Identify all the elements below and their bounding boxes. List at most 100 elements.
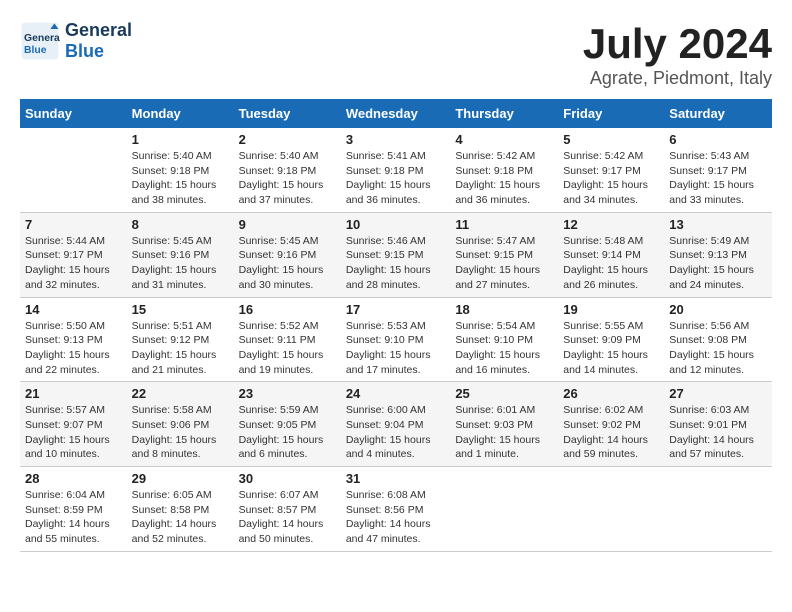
day-number: 1 [132, 132, 229, 147]
header-cell-monday: Monday [127, 99, 234, 128]
day-number: 21 [25, 386, 122, 401]
calendar-cell: 16Sunrise: 5:52 AMSunset: 9:11 PMDayligh… [234, 297, 341, 382]
calendar-cell: 20 Sunrise: 5:56 AMSunset: 9:08 PMDayligh… [664, 297, 772, 382]
calendar-table: SundayMondayTuesdayWednesdayThursdayFrid… [20, 99, 772, 552]
day-info: Sunrise: 5:51 AMSunset: 9:12 PMDaylight:… [132, 319, 229, 378]
day-number: 3 [346, 132, 446, 147]
logo: General Blue General Blue [20, 20, 132, 62]
calendar-cell: 29Sunrise: 6:05 AMSunset: 8:58 PMDayligh… [127, 467, 234, 552]
day-info: Sunrise: 6:02 AMSunset: 9:02 PMDaylight:… [563, 403, 659, 462]
header: General Blue General Blue July 2024 Agra… [20, 20, 772, 89]
day-info: Sunrise: 5:40 AMSunset: 9:18 PMDaylight:… [132, 149, 229, 208]
day-info: Sunrise: 5:56 AMSunset: 9:08 PMDaylight:… [669, 319, 767, 378]
calendar-cell: 1 Sunrise: 5:40 AMSunset: 9:18 PMDaylight… [127, 128, 234, 212]
day-info: Sunrise: 5:58 AMSunset: 9:06 PMDaylight:… [132, 403, 229, 462]
day-number: 16 [239, 302, 336, 317]
header-cell-friday: Friday [558, 99, 664, 128]
week-row-4: 28 Sunrise: 6:04 AMSunset: 8:59 PMDayligh… [20, 467, 772, 552]
day-number: 7 [25, 217, 122, 232]
calendar-cell: 3 Sunrise: 5:41 AMSunset: 9:18 PMDaylight… [341, 128, 451, 212]
day-number: 19 [563, 302, 659, 317]
day-number: 10 [346, 217, 446, 232]
calendar-cell: 22 Sunrise: 5:58 AMSunset: 9:06 PMDayligh… [127, 382, 234, 467]
day-info: Sunrise: 5:54 AMSunset: 9:10 PMDaylight:… [455, 319, 553, 378]
logo-general: General [65, 20, 132, 41]
day-info: Sunrise: 5:50 AMSunset: 9:13 PMDaylight:… [25, 319, 122, 378]
calendar-body: 1 Sunrise: 5:40 AMSunset: 9:18 PMDaylight… [20, 128, 772, 551]
logo-icon: General Blue [20, 21, 60, 61]
day-number: 28 [25, 471, 122, 486]
calendar-cell: 30 Sunrise: 6:07 AMSunset: 8:57 PMDayligh… [234, 467, 341, 552]
calendar-cell: 27Sunrise: 6:03 AMSunset: 9:01 PMDayligh… [664, 382, 772, 467]
day-info: Sunrise: 5:42 AMSunset: 9:17 PMDaylight:… [563, 149, 659, 208]
calendar-cell: 5 Sunrise: 5:42 AMSunset: 9:17 PMDaylight… [558, 128, 664, 212]
day-number: 17 [346, 302, 446, 317]
day-info: Sunrise: 6:05 AMSunset: 8:58 PMDaylight:… [132, 488, 229, 547]
day-number: 25 [455, 386, 553, 401]
calendar-cell [20, 128, 127, 212]
calendar-cell: 19 Sunrise: 5:55 AMSunset: 9:09 PMDayligh… [558, 297, 664, 382]
day-number: 14 [25, 302, 122, 317]
day-number: 24 [346, 386, 446, 401]
day-number: 11 [455, 217, 553, 232]
day-number: 26 [563, 386, 659, 401]
header-cell-tuesday: Tuesday [234, 99, 341, 128]
day-number: 30 [239, 471, 336, 486]
day-info: Sunrise: 6:01 AMSunset: 9:03 PMDaylight:… [455, 403, 553, 462]
day-number: 18 [455, 302, 553, 317]
calendar-cell: 9Sunrise: 5:45 AMSunset: 9:16 PMDaylight… [234, 212, 341, 297]
day-info: Sunrise: 6:08 AMSunset: 8:56 PMDaylight:… [346, 488, 446, 547]
day-info: Sunrise: 5:41 AMSunset: 9:18 PMDaylight:… [346, 149, 446, 208]
day-number: 13 [669, 217, 767, 232]
title-area: July 2024 Agrate, Piedmont, Italy [583, 20, 772, 89]
svg-text:Blue: Blue [24, 45, 47, 56]
calendar-header: SundayMondayTuesdayWednesdayThursdayFrid… [20, 99, 772, 128]
week-row-3: 21Sunrise: 5:57 AMSunset: 9:07 PMDayligh… [20, 382, 772, 467]
day-number: 5 [563, 132, 659, 147]
calendar-cell: 31 Sunrise: 6:08 AMSunset: 8:56 PMDayligh… [341, 467, 451, 552]
day-info: Sunrise: 5:55 AMSunset: 9:09 PMDaylight:… [563, 319, 659, 378]
day-number: 20 [669, 302, 767, 317]
calendar-cell: 2Sunrise: 5:40 AMSunset: 9:18 PMDaylight… [234, 128, 341, 212]
calendar-cell: 17Sunrise: 5:53 AMSunset: 9:10 PMDayligh… [341, 297, 451, 382]
calendar-cell: 14 Sunrise: 5:50 AMSunset: 9:13 PMDayligh… [20, 297, 127, 382]
calendar-cell: 4Sunrise: 5:42 AMSunset: 9:18 PMDaylight… [450, 128, 558, 212]
day-info: Sunrise: 5:44 AMSunset: 9:17 PMDaylight:… [25, 234, 122, 293]
day-info: Sunrise: 5:45 AMSunset: 9:16 PMDaylight:… [132, 234, 229, 293]
svg-text:General: General [24, 33, 60, 44]
day-number: 6 [669, 132, 767, 147]
day-info: Sunrise: 6:00 AMSunset: 9:04 PMDaylight:… [346, 403, 446, 462]
header-row: SundayMondayTuesdayWednesdayThursdayFrid… [20, 99, 772, 128]
day-number: 23 [239, 386, 336, 401]
calendar-cell: 8Sunrise: 5:45 AMSunset: 9:16 PMDaylight… [127, 212, 234, 297]
logo-blue: Blue [65, 41, 132, 62]
header-cell-saturday: Saturday [664, 99, 772, 128]
location-title: Agrate, Piedmont, Italy [583, 68, 772, 89]
day-info: Sunrise: 5:49 AMSunset: 9:13 PMDaylight:… [669, 234, 767, 293]
day-info: Sunrise: 5:47 AMSunset: 9:15 PMDaylight:… [455, 234, 553, 293]
day-info: Sunrise: 5:48 AMSunset: 9:14 PMDaylight:… [563, 234, 659, 293]
week-row-2: 14 Sunrise: 5:50 AMSunset: 9:13 PMDayligh… [20, 297, 772, 382]
day-info: Sunrise: 5:46 AMSunset: 9:15 PMDaylight:… [346, 234, 446, 293]
calendar-cell: 23Sunrise: 5:59 AMSunset: 9:05 PMDayligh… [234, 382, 341, 467]
day-number: 22 [132, 386, 229, 401]
day-info: Sunrise: 6:04 AMSunset: 8:59 PMDaylight:… [25, 488, 122, 547]
calendar-cell: 28 Sunrise: 6:04 AMSunset: 8:59 PMDayligh… [20, 467, 127, 552]
day-info: Sunrise: 6:07 AMSunset: 8:57 PMDaylight:… [239, 488, 336, 547]
day-number: 12 [563, 217, 659, 232]
calendar-cell: 6Sunrise: 5:43 AMSunset: 9:17 PMDaylight… [664, 128, 772, 212]
calendar-cell [664, 467, 772, 552]
calendar-cell: 24 Sunrise: 6:00 AMSunset: 9:04 PMDayligh… [341, 382, 451, 467]
day-number: 31 [346, 471, 446, 486]
week-row-0: 1 Sunrise: 5:40 AMSunset: 9:18 PMDaylight… [20, 128, 772, 212]
day-info: Sunrise: 5:42 AMSunset: 9:18 PMDaylight:… [455, 149, 553, 208]
month-title: July 2024 [583, 20, 772, 68]
calendar-cell: 18 Sunrise: 5:54 AMSunset: 9:10 PMDayligh… [450, 297, 558, 382]
calendar-cell: 10 Sunrise: 5:46 AMSunset: 9:15 PMDayligh… [341, 212, 451, 297]
calendar-cell [558, 467, 664, 552]
calendar-cell: 13 Sunrise: 5:49 AMSunset: 9:13 PMDayligh… [664, 212, 772, 297]
calendar-cell: 7 Sunrise: 5:44 AMSunset: 9:17 PMDaylight… [20, 212, 127, 297]
calendar-cell: 25 Sunrise: 6:01 AMSunset: 9:03 PMDayligh… [450, 382, 558, 467]
calendar-cell: 11 Sunrise: 5:47 AMSunset: 9:15 PMDayligh… [450, 212, 558, 297]
day-info: Sunrise: 6:03 AMSunset: 9:01 PMDaylight:… [669, 403, 767, 462]
